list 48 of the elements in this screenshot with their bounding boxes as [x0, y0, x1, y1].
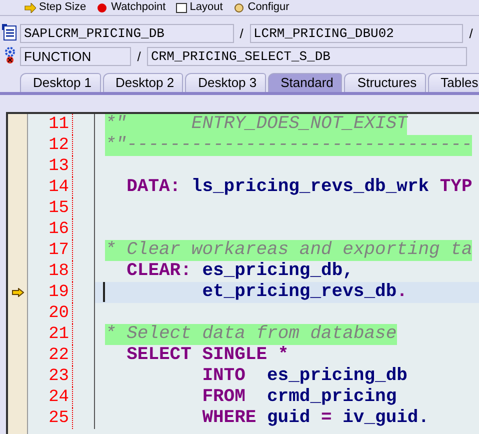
code-line: DATA: ls_pricing_revs_db_wrk TYP	[126, 177, 472, 198]
separator-text: /	[238, 26, 244, 40]
text-cursor	[103, 282, 105, 302]
toolbar-button[interactable]: Step Size	[24, 1, 86, 14]
line-number: 21	[28, 324, 73, 345]
object-name-field[interactable]: CRM_PRICING_SELECT_S_DB	[147, 46, 467, 66]
line-number: 24	[28, 387, 73, 408]
line-number: 25	[28, 408, 73, 429]
line-number: 22	[28, 345, 73, 366]
code-line: SELECT SINGLE *	[126, 345, 289, 366]
separator-text: /	[468, 26, 474, 40]
code-line: FROM crmd_pricing	[202, 387, 397, 408]
arrow-icon	[24, 2, 36, 12]
line-number: 19	[28, 282, 73, 303]
tab[interactable]: Tables	[428, 73, 479, 92]
tab[interactable]: Desktop 1	[20, 73, 101, 92]
line-number: 23	[28, 366, 73, 387]
line-number: 16	[28, 219, 73, 240]
line-number: 13	[28, 156, 73, 177]
tab[interactable]: Desktop 2	[102, 73, 184, 92]
toolbar-button[interactable]: Configur	[232, 1, 290, 14]
gear-icon	[2, 47, 18, 65]
tab[interactable]: Structures	[344, 73, 426, 92]
code-line: et_pricing_revs_db.	[202, 282, 408, 303]
line-number: 18	[28, 261, 73, 282]
document-icon	[2, 24, 18, 42]
object-type-field[interactable]: FUNCTION	[20, 46, 131, 66]
code-line: INTO es_pricing_db	[202, 366, 408, 387]
include-field[interactable]: LCRM_PRICING_DBU02	[250, 24, 463, 42]
line-number: 15	[28, 198, 73, 219]
line-number: 12	[28, 135, 73, 156]
code-line: WHERE guid = iv_guid.	[202, 408, 430, 429]
layout-icon	[176, 2, 187, 12]
code-line: CLEAR: es_pricing_db,	[126, 261, 354, 282]
tab[interactable]: Standard	[268, 73, 342, 92]
line-number: 17	[28, 240, 73, 261]
tab[interactable]: Desktop 3	[185, 73, 266, 92]
breakpoint-gutter[interactable]	[8, 114, 28, 434]
toolbar-button[interactable]: Watchpoint	[96, 1, 166, 14]
toolbar-button[interactable]: Layout	[176, 1, 223, 14]
arrow-icon	[12, 288, 24, 297]
line-number: 14	[28, 177, 73, 198]
config-icon	[232, 2, 245, 12]
separator-text: /	[136, 48, 142, 64]
program-field[interactable]: SAPLCRM_PRICING_DB	[20, 24, 234, 42]
stop-icon	[96, 2, 108, 12]
line-number: 20	[28, 303, 73, 324]
line-number: 11	[28, 114, 73, 135]
